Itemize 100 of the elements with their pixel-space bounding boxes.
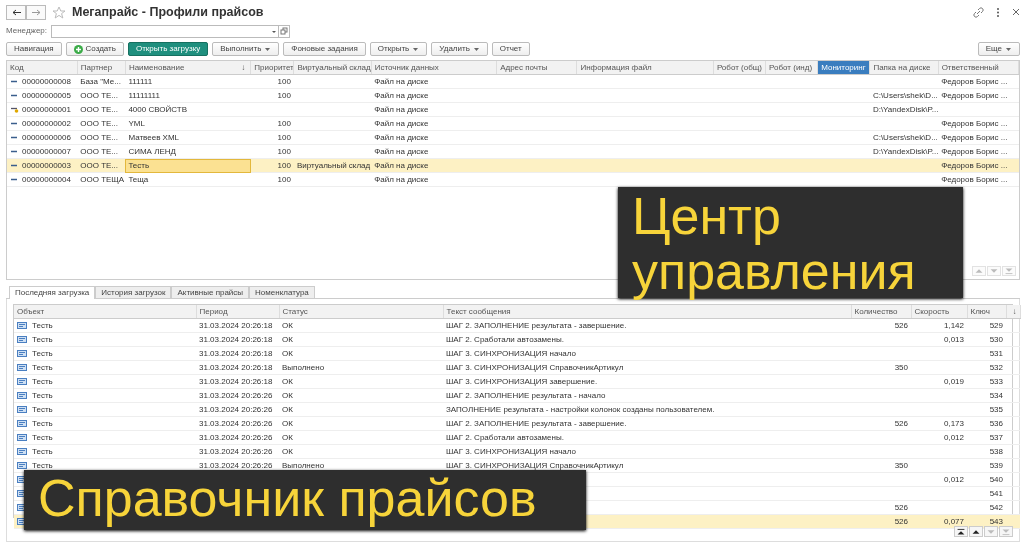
table-cell: ШАГ 3. СИНХРОНИЗАЦИЯ начало (446, 349, 577, 358)
column-header[interactable]: Статус (279, 305, 443, 319)
table-row[interactable]: 00000000003 ООО ТЕ... Тесть 100 Виртуальный склад Файл на диске Федоров Борис ... (7, 158, 1019, 173)
column-header[interactable]: Информация файл (576, 61, 714, 75)
column-header[interactable]: Скорость (911, 305, 967, 319)
tab[interactable]: Активные прайсы (171, 286, 250, 298)
table-cell: ООО ТЕ... (80, 91, 118, 100)
column-header[interactable]: Виртуальный склад (293, 61, 372, 75)
table-cell: Федоров Борис ... (941, 133, 1008, 142)
tab[interactable]: История загрузок (95, 286, 172, 298)
tab[interactable]: Последняя загрузка (9, 286, 96, 299)
toolbar-button[interactable]: Открыть загрузку (127, 42, 209, 56)
column-header[interactable]: Текст сообщения (443, 305, 851, 319)
table-cell: Теща (128, 175, 149, 184)
table-row[interactable]: Тесть 31.03.2024 20:26:18 ОК ШАГ 3. СИНХРОНИЗАЦИЯ начало 531 (14, 346, 1020, 361)
close-icon[interactable] (1012, 8, 1020, 16)
toolbar-button[interactable]: Фоновые задания (283, 42, 366, 56)
column-header[interactable]: Партнер (77, 61, 126, 75)
table-cell: ОК (282, 377, 293, 386)
caret-icon (412, 46, 420, 52)
table-row[interactable]: Тесть 31.03.2024 20:26:26 ОК ШАГ 2. Сработали автозамены. 0,012 537 (14, 430, 1020, 445)
table-cell: 540 (989, 475, 1003, 484)
more-button[interactable]: Еще (977, 42, 1020, 56)
table-cell: 31.03.2024 20:26:18 (199, 321, 273, 330)
table-cell: ООО ТЕЩА (80, 175, 125, 184)
table-cell: 111111 (128, 77, 153, 86)
table-cell: Тесть (32, 461, 53, 470)
toolbar-button[interactable]: Создать (65, 42, 124, 56)
card-icon (17, 336, 27, 344)
pager-button[interactable] (954, 526, 968, 537)
column-header[interactable]: Источник данных (371, 61, 497, 75)
table-cell: Виртуальный склад (296, 161, 371, 170)
card-icon (17, 420, 27, 428)
table-cell: 542 (989, 503, 1003, 512)
table-row[interactable]: Тесть 31.03.2024 20:26:26 ОК ШАГ 3. СИНХРОНИЗАЦИЯ начало 538 (14, 444, 1020, 459)
column-label: Наименование (128, 63, 185, 72)
table-cell: ООО ТЕ... (80, 119, 118, 128)
table-row[interactable]: Тесть 31.03.2024 20:26:18 ОК ШАГ 2. Сработали автозамены. 0,013 530 (14, 332, 1020, 347)
back-button[interactable] (6, 4, 26, 20)
toolbar-button[interactable]: Навигация (6, 42, 62, 56)
table-cell: 537 (989, 433, 1003, 442)
table-cell: 31.03.2024 20:26:26 (199, 433, 273, 442)
table-row[interactable]: Тесть 31.03.2024 20:26:18 Выполнено ШАГ 3. СИНХРОНИЗАЦИЯ СправочникАртикул 350 532 (14, 360, 1020, 375)
column-header[interactable]: Ключ (967, 305, 1006, 319)
column-header[interactable]: Робот (инд) (765, 61, 818, 75)
table-row[interactable]: 00000000005 ООО ТЕ... 11111111 100 Файл на диске C:\Users\shek\D... Федоров Борис ... (7, 88, 1019, 103)
table-row[interactable]: Тесть 31.03.2024 20:26:26 ОК ШАГ 2. ЗАПОЛНЕНИЕ результата - завершение. 526 0,173 536 (14, 416, 1020, 431)
column-header[interactable]: Ответственный (938, 61, 1019, 75)
column-header[interactable]: Мониторинг (817, 61, 870, 75)
table-cell: Тесть (32, 405, 53, 414)
caret-icon (1005, 46, 1012, 52)
column-header[interactable]: Приоритет (250, 61, 294, 75)
column-header[interactable]: Объект (14, 305, 196, 319)
table-row[interactable]: Тесть 31.03.2024 20:26:26 ОК ШАГ 2. ЗАПОЛНЕНИЕ результата - начало 534 (14, 388, 1020, 403)
card-icon (17, 350, 27, 358)
table-row[interactable]: Тесть 31.03.2024 20:26:18 ОК ШАГ 2. ЗАПОЛНЕНИЕ результата - завершение. 526 1,142 529 (14, 318, 1020, 333)
more-icon[interactable] (996, 6, 1000, 18)
pager-button[interactable] (969, 526, 983, 537)
caret-icon (472, 46, 480, 52)
table-cell: 00000000008 (22, 77, 71, 86)
table-cell: СИМА ЛЕНД (128, 147, 176, 156)
table-cell: 535 (989, 405, 1003, 414)
sort-indicator: ↓ (241, 62, 246, 74)
column-header[interactable]: Код (7, 61, 78, 75)
manager-field[interactable] (51, 24, 280, 38)
table-row[interactable]: Тесть 31.03.2024 20:26:26 ОК ЗАПОЛНЕНИЕ результата - настройки колонок созданы пользователем. 535 (14, 402, 1020, 417)
link-icon[interactable] (973, 6, 984, 18)
toolbar-button[interactable]: Выполнить (212, 42, 280, 56)
table-row[interactable]: Тесть 31.03.2024 20:26:18 ОК ШАГ 3. СИНХРОНИЗАЦИЯ завершение. 0,019 533 (14, 374, 1020, 389)
star-icon[interactable] (52, 5, 66, 19)
table-cell: 11111111 (128, 91, 160, 100)
table-row[interactable]: 00000000007 ООО ТЕ... СИМА ЛЕНД 100 Файл на диске D:\YandexDisk\P... Федоров Борис ... (7, 144, 1019, 159)
tab[interactable]: Номенклатура (249, 286, 315, 298)
column-header[interactable]: Количество (851, 305, 911, 319)
table-row[interactable]: 00000000004 ООО ТЕЩА Теща 100 Файл на диске Федоров Борис ... (7, 172, 1019, 187)
table-cell: ООО ТЕ... (80, 105, 118, 114)
table-cell: 0,173 (943, 419, 964, 428)
table-cell: 100 (277, 77, 291, 86)
table-cell: Файл на диске (374, 161, 429, 170)
open-icon[interactable] (278, 24, 291, 38)
column-header[interactable]: Папка на диске (869, 61, 939, 75)
column-header[interactable]: Период (196, 305, 279, 319)
toolbar-button[interactable]: Отчет (491, 42, 530, 56)
table-cell: Файл на диске (374, 147, 429, 156)
table-row[interactable]: 00000000006 ООО ТЕ... Матвеев XML 100 Файл на диске C:\Users\shek\D... Федоров Борис ... (7, 130, 1019, 145)
column-header[interactable]: Адрес почты (496, 61, 577, 75)
toolbar-button[interactable]: Удалить (431, 42, 488, 56)
table-cell: 00000000006 (22, 133, 71, 142)
column-header[interactable]: Робот (общ) (713, 61, 766, 75)
up-arrow-icon (973, 267, 985, 275)
toolbar-button[interactable]: Открыть (369, 42, 428, 56)
table-cell: Тесть (32, 321, 53, 330)
table-cell: Тесть (32, 349, 53, 358)
table-row[interactable]: 00000000008 База "Ме... 111111 100 Файл на диске Федоров Борис ... (7, 74, 1019, 89)
column-header[interactable]: Наименование ↓ (125, 61, 251, 75)
table-cell: 526 (894, 503, 908, 512)
table-row[interactable]: 00000000001 ООО ТЕ... 4000 СВОЙСТВ Файл на диске D:\YandexDisk\P... (7, 102, 1019, 117)
table-cell: Выполнено (282, 461, 325, 470)
table-row[interactable]: 00000000002 ООО ТЕ... YML 100 Файл на диске Федоров Борис ... (7, 116, 1019, 131)
card-icon (17, 322, 27, 330)
